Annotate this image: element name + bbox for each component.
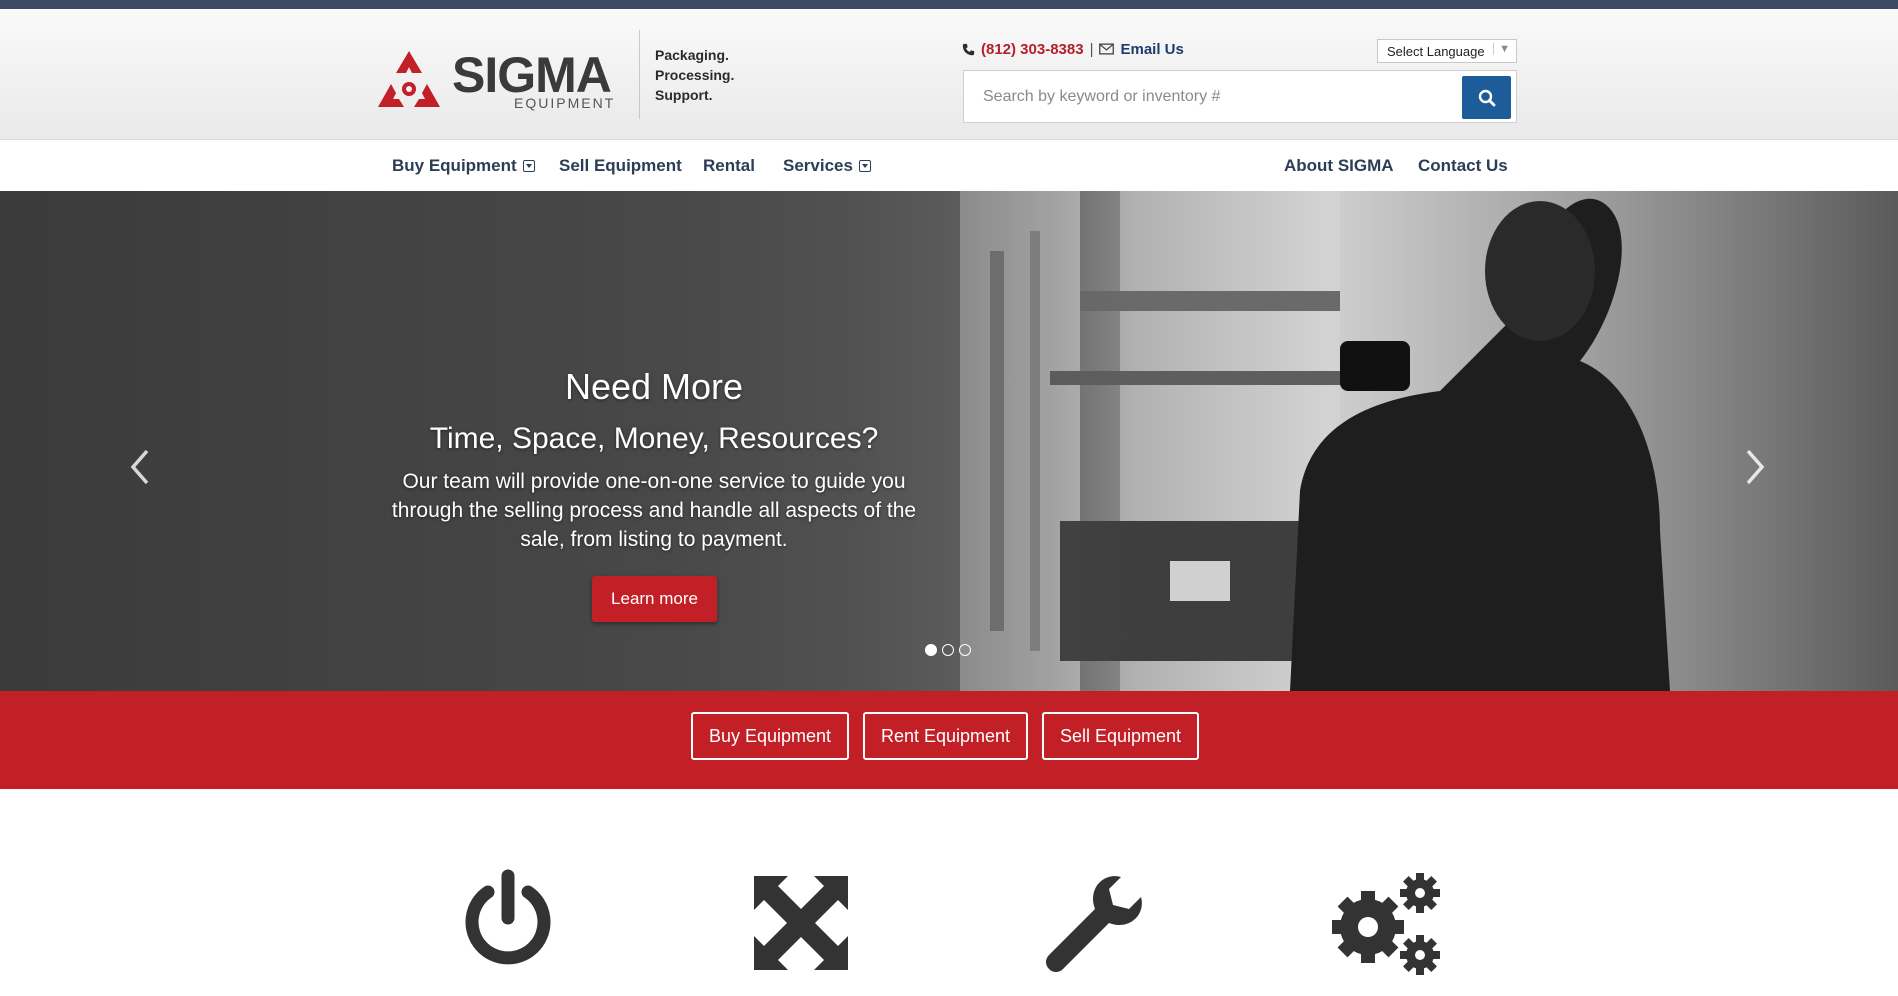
hero-subtitle: Time, Space, Money, Resources? <box>429 422 879 455</box>
carousel-dot[interactable] <box>959 644 971 656</box>
search-button[interactable] <box>1462 76 1511 119</box>
tagline: Packaging. Processing. Support. <box>655 45 734 105</box>
hero-title: Need More <box>564 366 744 407</box>
hero-description: Our team will provide one-on-one service… <box>391 470 917 551</box>
rent-equipment-button[interactable]: Rent Equipment <box>863 712 1028 760</box>
learn-more-button[interactable]: Learn more <box>592 576 717 622</box>
top-accent-bar <box>0 0 1898 9</box>
nav-rental[interactable]: Rental <box>703 141 755 191</box>
envelope-icon <box>1099 43 1115 55</box>
search-box <box>963 70 1517 123</box>
cta-band: Buy Equipment Rent Equipment Sell Equipm… <box>0 691 1898 789</box>
tagline-line: Support. <box>655 87 713 103</box>
sigma-logo-mark-icon <box>378 51 440 107</box>
dropdown-icon <box>522 160 535 172</box>
tagline-line: Packaging. <box>655 47 729 63</box>
sell-equipment-button[interactable]: Sell Equipment <box>1042 712 1199 760</box>
nav-item-label: Buy Equipment <box>392 156 517 175</box>
nav-buy-equipment[interactable]: Buy Equipment <box>392 141 535 191</box>
tagline-line: Processing. <box>655 67 735 83</box>
phone-icon <box>962 43 975 55</box>
nav-item-label: Contact Us <box>1418 156 1508 175</box>
buy-equipment-button[interactable]: Buy Equipment <box>691 712 849 760</box>
sigma-logo[interactable]: SIGMA EQUIPMENT <box>376 43 626 115</box>
nav-services[interactable]: Services <box>783 141 871 191</box>
nav-about-sigma[interactable]: About SIGMA <box>1284 141 1394 191</box>
dropdown-icon <box>858 160 871 172</box>
logo-subtitle: EQUIPMENT <box>514 95 616 111</box>
main-nav: Buy Equipment Sell Equipment Rental Serv… <box>0 141 1898 191</box>
wrench-icon <box>1046 876 1142 972</box>
carousel-next-arrow-icon[interactable] <box>1740 447 1770 487</box>
header-divider <box>639 30 640 119</box>
expand-arrows-icon <box>754 876 848 970</box>
contact-separator: | <box>1089 40 1094 58</box>
nav-item-label: Rental <box>703 156 755 175</box>
power-icon <box>465 869 551 965</box>
language-select[interactable]: Select Language ▼ <box>1377 39 1517 63</box>
carousel-indicators <box>925 644 971 656</box>
carousel-dot[interactable] <box>925 644 937 656</box>
gears-icon <box>1332 873 1440 975</box>
language-select-label: Select Language <box>1387 43 1485 59</box>
search-input[interactable] <box>964 71 1456 122</box>
nav-item-label: Services <box>783 156 853 175</box>
logo-wordmark: SIGMA <box>452 47 612 103</box>
nav-item-label: About SIGMA <box>1284 156 1394 175</box>
nav-sell-equipment[interactable]: Sell Equipment <box>559 141 682 191</box>
carousel-dot[interactable] <box>942 644 954 656</box>
carousel-prev-arrow-icon[interactable] <box>125 447 155 487</box>
features-section <box>0 789 1898 996</box>
site-header: SIGMA EQUIPMENT Packaging. Processing. S… <box>0 9 1898 140</box>
hero-carousel: Need More Time, Space, Money, Resources?… <box>0 191 1898 691</box>
nav-item-label: Sell Equipment <box>559 156 682 175</box>
phone-number-link[interactable]: (812) 303-8383 <box>981 41 1084 58</box>
nav-contact-us[interactable]: Contact Us <box>1418 141 1508 191</box>
chevron-down-icon: ▼ <box>1493 43 1510 55</box>
search-icon <box>1478 89 1495 106</box>
contact-bar: (812) 303-8383 | Email Us <box>962 31 1184 67</box>
email-us-link[interactable]: Email Us <box>1120 41 1183 58</box>
